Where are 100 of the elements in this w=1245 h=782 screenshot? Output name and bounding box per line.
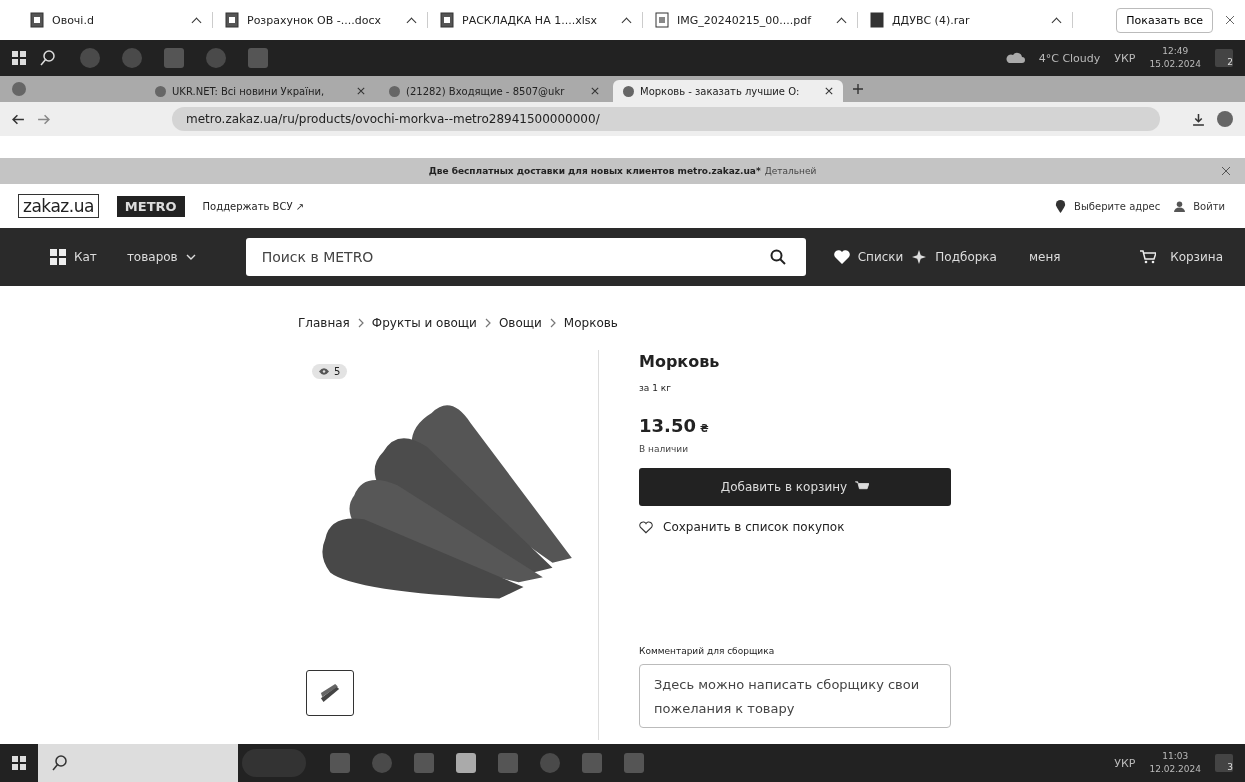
availability-text: В наличии bbox=[639, 444, 689, 454]
lists-link[interactable]: Списки bbox=[857, 250, 904, 264]
address-field[interactable]: metro.zakaz.ua/ru/products/ovochi-morkva--metro28941500000000/ bbox=[172, 107, 1160, 131]
app-icon[interactable] bbox=[122, 48, 142, 68]
windows-icon[interactable] bbox=[12, 51, 26, 65]
weather-text: 4°C Cloudy bbox=[1038, 51, 1101, 65]
file-icon bbox=[225, 12, 239, 28]
app-icon[interactable] bbox=[624, 753, 644, 773]
picks-link[interactable]: меня bbox=[1028, 250, 1061, 264]
logo[interactable]: zakaz.ua bbox=[18, 194, 99, 218]
promo-text: Две бесплатных доставки для новых клиентов metro.zakaz.ua* bbox=[428, 166, 761, 176]
download-icon[interactable] bbox=[1192, 112, 1205, 126]
app-icon[interactable] bbox=[540, 753, 560, 773]
site-icon bbox=[389, 85, 400, 97]
notification-button[interactable]: 3 bbox=[1215, 754, 1233, 772]
unit-text: за 1 кг bbox=[639, 383, 671, 393]
breadcrumb-link[interactable]: Фрукты и овощи bbox=[371, 316, 477, 330]
tab-title: (21282) Входящие - 8507@ukr bbox=[406, 85, 565, 97]
heart-icon bbox=[639, 520, 653, 534]
windows-icon[interactable] bbox=[12, 756, 26, 770]
catalog-icon bbox=[50, 249, 66, 265]
browser-tab[interactable]: Морковь - заказать лучшие О: bbox=[613, 80, 843, 102]
product-title: Морковь bbox=[639, 352, 720, 371]
app-icon[interactable] bbox=[414, 753, 434, 773]
clock-date: 15.02.2024 bbox=[1149, 58, 1201, 71]
support-link[interactable]: Поддержать ВСУ ↗ bbox=[202, 200, 305, 212]
forward-icon[interactable] bbox=[37, 112, 50, 126]
catalog-menu[interactable]: Кат bbox=[74, 250, 97, 264]
app-icon[interactable] bbox=[456, 753, 476, 773]
brand-logo[interactable]: METRO bbox=[116, 195, 185, 217]
cart-icon bbox=[1140, 250, 1157, 264]
breadcrumb-link[interactable]: Морковь bbox=[563, 316, 618, 330]
app-icon[interactable] bbox=[582, 753, 602, 773]
close-icon[interactable] bbox=[1221, 166, 1231, 176]
app-icon[interactable] bbox=[330, 753, 350, 773]
download-item[interactable]: РАСКЛАДКА НА 1....xlsx bbox=[440, 12, 643, 28]
cart-link[interactable]: Корзина bbox=[1170, 250, 1223, 264]
comment-label: Комментарий для сборщика bbox=[639, 646, 775, 656]
close-icon[interactable] bbox=[591, 87, 599, 95]
catalog-menu[interactable]: товаров bbox=[126, 250, 178, 264]
close-icon[interactable] bbox=[825, 87, 833, 95]
new-tab-icon[interactable] bbox=[853, 84, 863, 94]
thumbnail[interactable] bbox=[306, 670, 354, 716]
user-icon bbox=[1174, 199, 1186, 213]
site-icon bbox=[155, 85, 166, 97]
chevron-right-icon bbox=[357, 318, 364, 328]
app-icon[interactable] bbox=[248, 48, 268, 68]
app-icon[interactable] bbox=[372, 753, 392, 773]
tab-title: UKR.NET: Всі новини України, bbox=[172, 85, 325, 97]
clock-time: 12:49 bbox=[1162, 45, 1189, 58]
clock-time: 11:03 bbox=[1162, 750, 1189, 763]
views-badge: 5 bbox=[312, 364, 348, 379]
close-icon[interactable] bbox=[357, 87, 365, 95]
file-icon bbox=[870, 12, 884, 28]
chevron-down-icon bbox=[185, 254, 196, 260]
search-icon[interactable] bbox=[40, 50, 56, 66]
taskbar-search-field[interactable] bbox=[38, 744, 238, 782]
cloud-icon bbox=[1004, 52, 1025, 64]
save-to-list-link[interactable]: Сохранить в список покупок bbox=[663, 520, 845, 534]
language-indicator[interactable]: УКР bbox=[1114, 51, 1136, 65]
currency-sign: ₴ bbox=[699, 423, 709, 434]
sparkle-icon bbox=[911, 250, 928, 264]
login-link[interactable]: Войти bbox=[1193, 200, 1225, 212]
chevron-right-icon bbox=[484, 318, 491, 328]
tab-menu-icon[interactable] bbox=[12, 82, 26, 96]
heart-icon bbox=[833, 250, 850, 264]
address-link[interactable]: Выберите адрес bbox=[1074, 200, 1161, 212]
clock-date: 12.02.2024 bbox=[1149, 763, 1201, 776]
app-icon[interactable] bbox=[498, 753, 518, 773]
download-item[interactable]: ДДУВС (4).rar bbox=[870, 12, 1073, 28]
search-field[interactable]: Поиск в METRO bbox=[245, 238, 806, 276]
browser-tab[interactable]: UKR.NET: Всі новини України, bbox=[145, 80, 375, 102]
download-item[interactable]: Розрахунок ОВ -....docx bbox=[225, 12, 428, 28]
show-all-button[interactable]: Показать все bbox=[1116, 7, 1213, 33]
profile-icon[interactable] bbox=[1217, 111, 1233, 127]
app-icon[interactable] bbox=[80, 48, 100, 68]
price: 13.50 bbox=[639, 415, 696, 436]
download-item[interactable]: Овочі.d bbox=[30, 12, 213, 28]
tab-title: Морковь - заказать лучшие О: bbox=[640, 85, 800, 97]
file-icon bbox=[30, 12, 44, 28]
search-icon bbox=[52, 755, 68, 771]
location-icon bbox=[1055, 199, 1067, 213]
close-icon[interactable] bbox=[1225, 15, 1235, 25]
app-icon[interactable] bbox=[206, 48, 226, 68]
add-to-cart-button[interactable]: Добавить в корзину bbox=[639, 468, 951, 506]
breadcrumb-link[interactable]: Главная bbox=[298, 316, 350, 330]
language-indicator[interactable]: УКР bbox=[1114, 756, 1136, 770]
search-icon[interactable] bbox=[769, 249, 786, 265]
picks-link[interactable]: Подборка bbox=[935, 250, 997, 264]
site-icon bbox=[623, 85, 634, 97]
file-icon bbox=[655, 12, 669, 28]
details-link[interactable]: Детальней bbox=[764, 166, 817, 176]
browser-tab[interactable]: (21282) Входящие - 8507@ukr bbox=[379, 80, 609, 102]
download-item[interactable]: IMG_20240215_00....pdf bbox=[655, 12, 858, 28]
breadcrumb-link[interactable]: Овощи bbox=[498, 316, 542, 330]
app-icon[interactable] bbox=[164, 48, 184, 68]
notification-button[interactable]: 2 bbox=[1215, 49, 1233, 67]
comment-field[interactable]: Здесь можно написать сборщику свои пожелания к товару bbox=[639, 664, 951, 728]
back-icon[interactable] bbox=[12, 112, 25, 126]
chevron-right-icon bbox=[549, 318, 556, 328]
